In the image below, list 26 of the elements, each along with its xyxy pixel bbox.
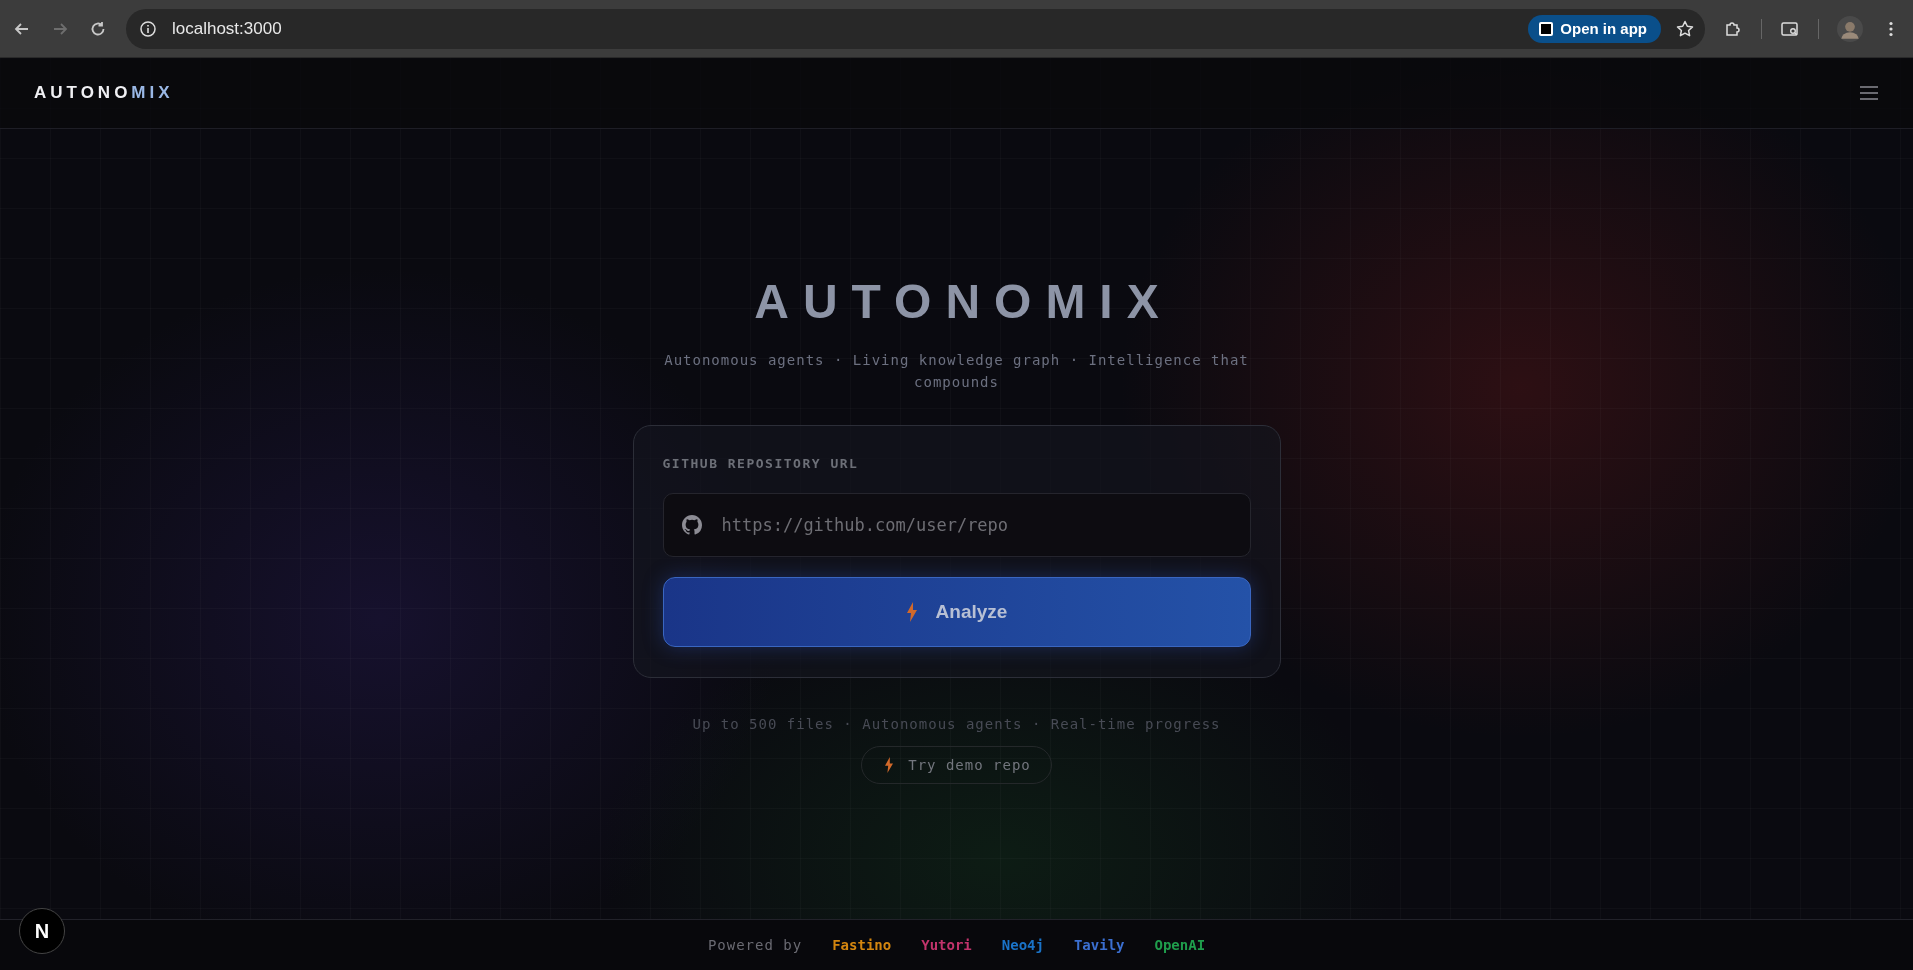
lightning-icon (905, 602, 918, 622)
url-text: localhost:3000 (172, 18, 282, 39)
logo[interactable]: AUTONO MIX (34, 83, 174, 103)
info-icon[interactable] (138, 18, 158, 39)
app-icon (1538, 20, 1555, 37)
lightning-icon (884, 757, 895, 773)
avatar-icon[interactable] (1837, 15, 1863, 42)
menu-icon[interactable] (1859, 85, 1879, 101)
analyze-button[interactable]: Analyze (662, 577, 1251, 647)
hero-title: AUTONOMIX (753, 274, 1173, 329)
github-icon (681, 515, 702, 535)
features-text: Up to 500 files · Autonomous agents · Real-time progress (692, 716, 1221, 732)
dev-tools-badge[interactable]: N (19, 908, 65, 954)
partner-name: Yutori (921, 937, 972, 953)
partner-name: OpenAI (1154, 937, 1206, 953)
address-bar[interactable]: localhost:3000 Open in app (126, 8, 1705, 49)
partner-name: Tavily (1073, 937, 1125, 953)
hero-subtitle: Autonomous agents · Living knowledge graph · Intelligence that compounds (663, 351, 1250, 392)
field-label: GITHUB REPOSITORY URL (662, 456, 860, 471)
url-input-field[interactable]: https://github.com/user/repo (719, 494, 1232, 556)
partner-name: Fastino (832, 937, 892, 953)
star-icon[interactable] (1675, 18, 1695, 39)
open-in-app-button[interactable]: Open in app (1528, 14, 1661, 43)
url-field[interactable]: https://github.com/user/repo (662, 493, 1251, 557)
powered-by-text: Powered by (707, 937, 803, 953)
partner-name: Neo4j (1001, 937, 1044, 953)
